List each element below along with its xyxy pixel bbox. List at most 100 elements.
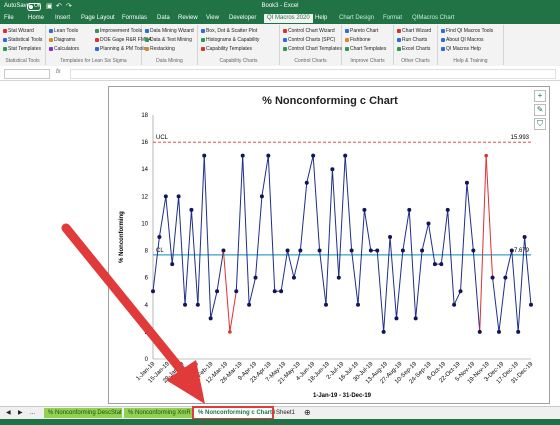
ribbon-item-icon (283, 38, 287, 42)
ribbon-item-icon (95, 47, 99, 51)
data-point (183, 302, 188, 307)
series-segment (453, 291, 461, 305)
series-segment (165, 196, 173, 265)
y-tick-label: 2 (145, 330, 149, 336)
data-point (285, 248, 290, 253)
ribbon-item-label: Diagrams (54, 37, 76, 43)
name-box[interactable] (4, 69, 50, 79)
data-point (151, 289, 155, 294)
ribbon-item-data-text-mining[interactable]: Data & Text Mining (145, 37, 192, 43)
data-point (253, 275, 258, 280)
data-point (195, 302, 200, 307)
sheet-tab--nonconforming-descstat[interactable]: % Nonconforming DescStat (44, 408, 122, 418)
chart-styles-brush-icon[interactable]: ✎ (534, 104, 546, 116)
ribbon-item-histograms-capability[interactable]: Histograms & Capability (201, 37, 259, 43)
data-point (420, 248, 425, 253)
ribbon-item-stat-templates[interactable]: Stat Templates (3, 46, 41, 52)
ribbon-item-icon (3, 29, 7, 33)
chart-elements-button[interactable]: + (534, 90, 546, 102)
ribbon-item-icon (201, 38, 205, 42)
data-point (234, 289, 239, 294)
ribbon-item-label: Control Chart Wizard (288, 28, 335, 34)
ribbon-item-icon (441, 47, 445, 51)
data-point (375, 248, 380, 253)
series-segment (229, 291, 237, 332)
series-segment (492, 277, 500, 332)
ribbon-item-box-dot-scatter-plot[interactable]: Box, Dot & Scatter Plot (201, 28, 257, 34)
ribbon-item-label: Box, Dot & Scatter Plot (206, 28, 258, 34)
ribbon-item-lean-tools[interactable]: Lean Tools (49, 28, 78, 34)
data-point (317, 248, 322, 253)
data-point (509, 248, 514, 253)
ucl-value-label: 15.993 (511, 135, 530, 141)
tab-format[interactable]: Format (383, 15, 402, 21)
tab-qimacros-chart[interactable]: QIMacros Chart (412, 15, 454, 21)
data-point (413, 316, 418, 321)
ribbon-item-about-qi-macros[interactable]: About QI Macros (441, 37, 484, 43)
tab-help[interactable]: Help (315, 15, 327, 21)
sheet-next-icon[interactable]: ▶ (14, 408, 27, 418)
sheet-tab--nonconforming-xmr[interactable]: % Nonconforming XmR (124, 408, 192, 418)
tab-insert[interactable]: Insert (55, 15, 70, 21)
ribbon-item-planning-pm-tools[interactable]: Planning & PM Tools (95, 46, 146, 52)
title-bar: AutoSave Off ▣ ↶ ↷ Book3 - Excel (0, 0, 560, 13)
ribbon-item-find-qi-macros-tools[interactable]: Find QI Macros Tools (441, 28, 493, 34)
ribbon-group-other-charts: Chart Wizard Run Charts Excel Charts Other … (394, 25, 438, 65)
series-segment (261, 155, 269, 197)
series-segment (460, 182, 468, 292)
tab-qi-macros-2020[interactable]: QI Macros 2020 (264, 14, 313, 23)
ribbon-tabs: File Home Insert Page Layout Formulas Data Rev… (0, 13, 560, 24)
ribbon-item-calculators[interactable]: Calculators (49, 46, 79, 52)
ribbon-item-chart-templates[interactable]: Chart Templates (345, 46, 386, 52)
ribbon-item-control-chart-templates[interactable]: Control Chart Templates (283, 46, 342, 52)
ribbon-item-statistical-tools[interactable]: Statistical Tools (3, 37, 42, 43)
ribbon-item-excel-charts[interactable]: Excel Charts (397, 46, 430, 52)
ribbon-item-diagrams[interactable]: Diagrams (49, 37, 75, 43)
ribbon-item-qi-macros-help[interactable]: QI Macros Help (441, 46, 481, 52)
c-chart[interactable]: % Nonconforming c Chart 0 2 4 6 8 10 12 14 16 18%… (108, 86, 550, 404)
ribbon-item-stat-wizard[interactable]: Stat Wizard (3, 28, 34, 34)
chart-filter-icon[interactable]: ⛉ (534, 118, 546, 130)
tab-formulas[interactable]: Formulas (122, 15, 147, 21)
data-point (304, 180, 309, 185)
add-sheet-icon[interactable]: ⊕ (300, 408, 315, 418)
series-segment (178, 196, 186, 305)
ribbon-item-restacking[interactable]: Restacking (145, 46, 175, 52)
data-point (163, 194, 168, 199)
ribbon-item-data-mining-wizard[interactable]: Data Mining Wizard (145, 28, 194, 34)
tab-data[interactable]: Data (157, 15, 170, 21)
sheet-tab-sheet1[interactable]: Sheet1 (272, 408, 298, 418)
tab-developer[interactable]: Developer (229, 15, 256, 21)
tab-home[interactable]: Home (28, 15, 44, 21)
fx-label[interactable]: fx (56, 69, 61, 75)
tab-file[interactable]: File (4, 15, 14, 21)
tab-view[interactable]: View (206, 15, 219, 21)
data-point (490, 275, 495, 280)
ribbon-item-control-charts-spc-[interactable]: Control Charts (SPC) (283, 37, 335, 43)
data-point (529, 302, 533, 307)
ribbon-item-capability-templates[interactable]: Capability Templates (201, 46, 252, 52)
tab-page-layout[interactable]: Page Layout (81, 15, 115, 21)
ribbon-item-label: Statistical Tools (8, 37, 43, 43)
sheet-tab--nonconforming-c-chart6[interactable]: % Nonconforming c Chart6 (192, 406, 275, 420)
ribbon-item-run-charts[interactable]: Run Charts (397, 37, 427, 43)
tab-chart-design[interactable]: Chart Design (339, 15, 374, 21)
data-point (477, 329, 482, 334)
ribbon-item-improvement-tools[interactable]: Improvement Tools (95, 28, 142, 34)
ribbon-item-label: Calculators (54, 46, 80, 52)
ribbon-item-chart-wizard[interactable]: Chart Wizard (397, 28, 431, 34)
ribbon-item-icon (3, 38, 7, 42)
tab-review[interactable]: Review (178, 15, 198, 21)
ribbon-item-fishbone[interactable]: Fishbone (345, 37, 371, 43)
sheet-more-icon[interactable]: ... (26, 408, 39, 418)
y-tick-label: 14 (141, 167, 148, 173)
series-segment (357, 209, 365, 305)
sheet-prev-icon[interactable]: ◀ (2, 408, 15, 418)
ribbon-item-label: Restacking (150, 46, 175, 52)
data-point (439, 262, 444, 267)
series-segment (498, 277, 506, 332)
ribbon-item-control-chart-wizard[interactable]: Control Chart Wizard (283, 28, 335, 34)
ribbon-item-pareto-chart[interactable]: Pareto Chart (345, 28, 378, 34)
formula-input[interactable] (70, 69, 556, 79)
data-point (330, 167, 335, 172)
